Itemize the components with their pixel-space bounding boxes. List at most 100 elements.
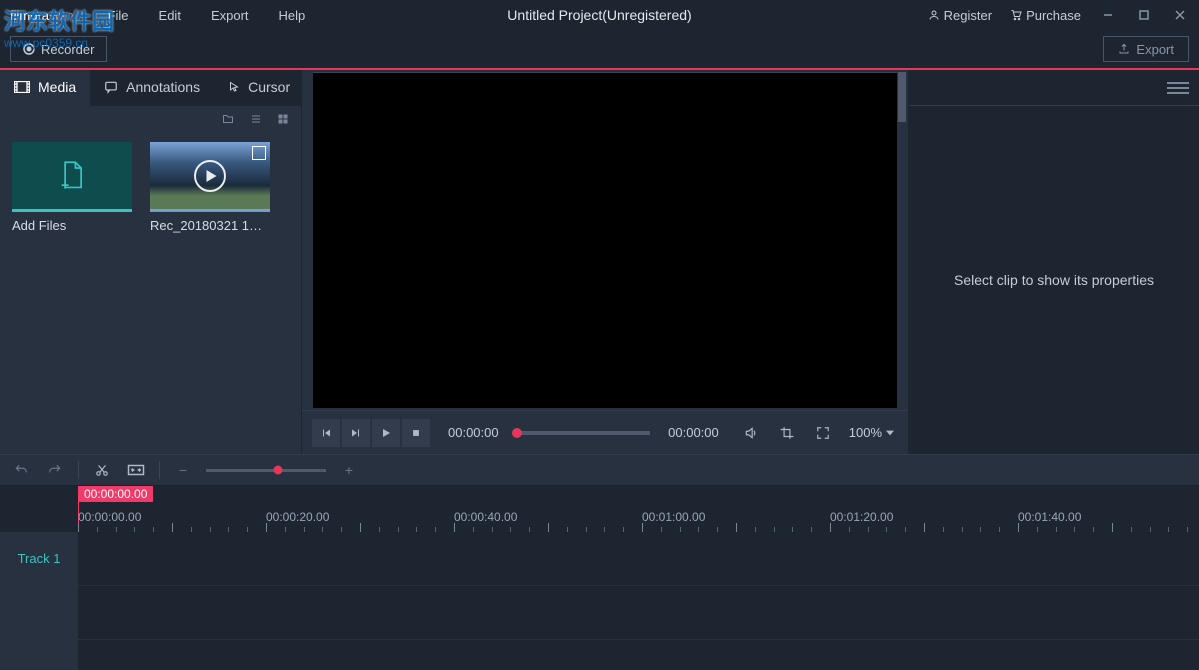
- track-spacer2-head: [0, 640, 78, 670]
- annotations-icon: [104, 80, 118, 94]
- track-spacer: [0, 586, 1199, 640]
- ruler-label: 00:01:20.00: [830, 510, 893, 524]
- volume-button[interactable]: [737, 419, 765, 447]
- tab-cursor-label: Cursor: [248, 79, 290, 95]
- export-label: Export: [1136, 42, 1174, 57]
- recorder-button[interactable]: Recorder: [10, 36, 107, 62]
- track-1[interactable]: Track 1: [0, 532, 1199, 586]
- seek-handle[interactable]: [512, 428, 522, 438]
- tab-media-label: Media: [38, 79, 76, 95]
- current-time: 00:00:00: [448, 425, 499, 440]
- preview-canvas[interactable]: [313, 72, 897, 408]
- timeline-ruler[interactable]: 00:00:00.00 00:00:00.00 00:00:20.00 00:00:…: [0, 486, 1199, 532]
- logo-accent: scrn: [49, 8, 74, 23]
- add-file-icon: [58, 160, 86, 192]
- properties-panel: Select clip to show its properties: [909, 70, 1199, 454]
- menu-help[interactable]: Help: [265, 2, 320, 29]
- track-spacer2: [0, 640, 1199, 670]
- track-spacer-body: [78, 586, 1199, 639]
- media-grid: Add Files Rec_20180321 1…: [0, 132, 301, 454]
- film-badge-icon: [252, 146, 266, 160]
- grid-view-icon[interactable]: [277, 113, 289, 125]
- project-title: Untitled Project(Unregistered): [507, 7, 691, 23]
- zoom-out-button[interactable]: −: [172, 459, 194, 481]
- purchase-link[interactable]: Purchase: [1004, 4, 1087, 27]
- properties-placeholder: Select clip to show its properties: [909, 106, 1199, 454]
- main-area: Media Annotations Cursor Add Files: [0, 70, 1199, 454]
- redo-button[interactable]: [44, 459, 66, 481]
- ruler-label: 00:00:20.00: [266, 510, 329, 524]
- tab-cursor[interactable]: Cursor: [214, 70, 304, 106]
- close-button[interactable]: [1165, 0, 1195, 30]
- main-menu: File Edit Export Help: [94, 2, 320, 29]
- title-bar: filmora scrn File Edit Export Help Untit…: [0, 0, 1199, 30]
- timeline-zoom-slider[interactable]: [206, 469, 326, 472]
- zoom-in-button[interactable]: +: [338, 459, 360, 481]
- add-files-label: Add Files: [12, 218, 132, 233]
- media-clip-1[interactable]: Rec_20180321 1…: [150, 142, 270, 233]
- export-icon: [1118, 43, 1130, 55]
- list-view-icon[interactable]: [249, 113, 263, 125]
- prev-frame-button[interactable]: [312, 419, 340, 447]
- tab-annotations[interactable]: Annotations: [90, 70, 214, 106]
- view-bar: [0, 106, 301, 132]
- maximize-button[interactable]: [1129, 0, 1159, 30]
- clip-label: Rec_20180321 1…: [150, 218, 270, 233]
- menu-file[interactable]: File: [94, 2, 143, 29]
- library-tabs: Media Annotations Cursor: [0, 70, 301, 106]
- ruler-label: 00:00:00.00: [78, 510, 141, 524]
- second-bar: Recorder Export: [0, 30, 1199, 70]
- track-1-body[interactable]: [78, 532, 1199, 585]
- next-frame-button[interactable]: [342, 419, 370, 447]
- crop-button[interactable]: [773, 419, 801, 447]
- panel-menu-button[interactable]: [1167, 77, 1189, 99]
- add-files-tile[interactable]: Add Files: [12, 142, 132, 233]
- separator: [78, 461, 79, 479]
- track-spacer2-body: [78, 640, 1199, 670]
- seek-slider[interactable]: [517, 431, 651, 435]
- menu-export[interactable]: Export: [197, 2, 263, 29]
- recorder-label: Recorder: [41, 42, 94, 57]
- ruler-label: 00:01:40.00: [1018, 510, 1081, 524]
- tab-annotations-label: Annotations: [126, 79, 200, 95]
- preview-controls: 00:00:00 00:00:00 100%: [302, 410, 908, 454]
- total-time: 00:00:00: [668, 425, 719, 440]
- play-button[interactable]: [372, 419, 400, 447]
- ruler-label: 00:01:00.00: [642, 510, 705, 524]
- minimize-button[interactable]: [1093, 0, 1123, 30]
- properties-header: [909, 70, 1199, 106]
- add-files-thumb: [12, 142, 132, 212]
- zoom-value: 100%: [849, 425, 882, 440]
- cursor-icon: [228, 80, 240, 94]
- ruler-ticks: 00:00:00.00 00:00:20.00 00:00:40.00 00:01:0…: [78, 486, 1199, 532]
- cut-button[interactable]: [91, 459, 113, 481]
- register-label: Register: [944, 8, 992, 23]
- library-panel: Media Annotations Cursor Add Files: [0, 70, 301, 454]
- record-icon: [23, 43, 35, 55]
- preview-wrap: [302, 70, 908, 410]
- zoom-dropdown[interactable]: 100%: [845, 425, 898, 440]
- tab-media[interactable]: Media: [0, 70, 90, 106]
- track-1-header[interactable]: Track 1: [0, 532, 78, 585]
- undo-button[interactable]: [10, 459, 32, 481]
- new-folder-icon[interactable]: [221, 113, 235, 125]
- ruler-label: 00:00:40.00: [454, 510, 517, 524]
- user-icon: [928, 9, 940, 21]
- chevron-down-icon: [886, 430, 894, 436]
- purchase-label: Purchase: [1026, 8, 1081, 23]
- separator: [159, 461, 160, 479]
- register-link[interactable]: Register: [922, 4, 998, 27]
- app-logo: filmora scrn: [0, 8, 84, 23]
- fit-button[interactable]: [125, 459, 147, 481]
- clip-thumbnail: [150, 142, 270, 212]
- timeline-tracks: Track 1: [0, 532, 1199, 670]
- logo-text: filmora: [10, 8, 49, 23]
- menu-edit[interactable]: Edit: [145, 2, 195, 29]
- preview-panel: 00:00:00 00:00:00 100%: [301, 70, 909, 454]
- stop-button[interactable]: [402, 419, 430, 447]
- track-spacer-head: [0, 586, 78, 639]
- zoom-handle[interactable]: [274, 466, 283, 475]
- title-right: Register Purchase: [922, 0, 1199, 30]
- export-button[interactable]: Export: [1103, 36, 1189, 62]
- fullscreen-button[interactable]: [809, 419, 837, 447]
